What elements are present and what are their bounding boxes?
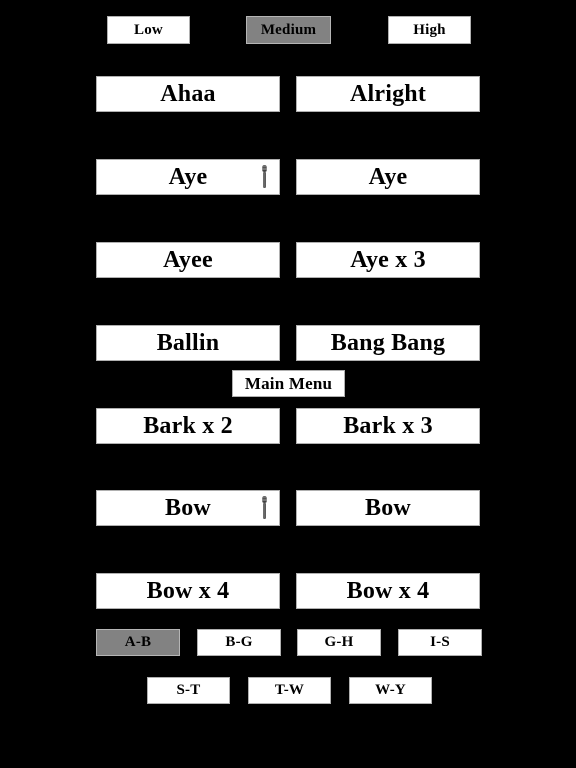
alphabet-range-button-w-y[interactable]: W-Y	[349, 677, 432, 704]
app-screen: Low Medium High Ahaa Alright Aye Aye Ayee Aye x…	[0, 0, 576, 768]
alphabet-range-button-t-w[interactable]: T-W	[248, 677, 331, 704]
sound-button-label: Aye x 3	[350, 246, 426, 273]
sound-button[interactable]: Aye x 3	[296, 242, 480, 278]
sound-button[interactable]: Bark x 2	[96, 408, 280, 444]
sound-button-label: Bark x 3	[343, 412, 433, 439]
alphabet-range-label: G-H	[324, 634, 354, 650]
sound-button[interactable]: Alright	[296, 76, 480, 112]
alphabet-range-button-a-b[interactable]: A-B	[96, 629, 180, 656]
sound-button-label: Bark x 2	[143, 412, 233, 439]
sound-button[interactable]: Ahaa	[96, 76, 280, 112]
sound-button-label: Ahaa	[160, 80, 216, 107]
sound-button-label: Aye	[168, 163, 208, 190]
sound-button[interactable]: Ayee	[96, 242, 280, 278]
sound-button-label: Bow	[165, 494, 211, 521]
alphabet-range-label: S-T	[176, 682, 201, 698]
sound-button[interactable]: Bark x 3	[296, 408, 480, 444]
tier-button-high[interactable]: High	[388, 16, 471, 44]
tier-button-label: Medium	[260, 21, 317, 38]
microphone-icon	[262, 496, 267, 520]
tier-button-medium[interactable]: Medium	[246, 16, 331, 44]
tier-button-low[interactable]: Low	[107, 16, 190, 44]
tier-button-label: Low	[134, 21, 163, 38]
main-menu-button[interactable]: Main Menu	[232, 370, 345, 397]
microphone-icon	[262, 165, 267, 189]
main-menu-label: Main Menu	[244, 373, 333, 393]
sound-button-label: Bang Bang	[330, 329, 446, 356]
sound-button[interactable]: Bang Bang	[296, 325, 480, 361]
tier-button-label: High	[413, 21, 446, 38]
alphabet-range-button-g-h[interactable]: G-H	[297, 629, 381, 656]
sound-button-label: Aye	[368, 163, 408, 190]
sound-button[interactable]: Aye	[296, 159, 480, 195]
sound-button-label: Ballin	[156, 329, 220, 356]
sound-button[interactable]: Bow x 4	[296, 573, 480, 609]
sound-button[interactable]: Ballin	[96, 325, 280, 361]
alphabet-range-button-b-g[interactable]: B-G	[197, 629, 281, 656]
sound-button-label: Bow x 4	[146, 577, 230, 604]
sound-button-label: Ayee	[163, 246, 213, 273]
alphabet-range-label: W-Y	[375, 682, 406, 698]
sound-button-label: Alright	[349, 80, 427, 107]
sound-button[interactable]: Bow	[96, 490, 280, 526]
sound-button[interactable]: Bow x 4	[96, 573, 280, 609]
alphabet-range-label: T-W	[274, 682, 305, 698]
sound-button[interactable]: Aye	[96, 159, 280, 195]
alphabet-range-label: I-S	[430, 634, 450, 650]
alphabet-range-button-i-s[interactable]: I-S	[398, 629, 482, 656]
sound-button[interactable]: Bow	[296, 490, 480, 526]
alphabet-range-label: B-G	[225, 634, 253, 650]
sound-button-label: Bow	[365, 494, 411, 521]
sound-button-label: Bow x 4	[346, 577, 430, 604]
alphabet-range-button-s-t[interactable]: S-T	[147, 677, 230, 704]
alphabet-range-label: A-B	[124, 634, 152, 650]
